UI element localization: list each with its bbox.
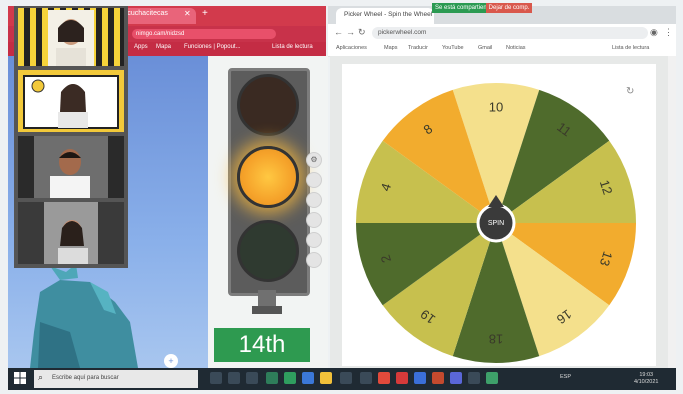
teams-icon[interactable] — [450, 372, 462, 384]
side-tool-button[interactable] — [306, 192, 322, 208]
gear-icon[interactable]: ⚙ — [306, 152, 322, 168]
participant-avatar — [48, 10, 94, 66]
clock-date: 4/10/2021 — [634, 379, 659, 385]
amber-lamp — [237, 146, 299, 208]
participant-video-3[interactable] — [18, 136, 124, 198]
participant-avatar — [23, 75, 119, 129]
search-icon: ⌕ — [38, 372, 44, 382]
clock-time: 19:03 — [639, 372, 654, 378]
right-bookmark-item[interactable]: Aplicaciones — [336, 45, 367, 51]
right-bookmark-item[interactable]: Maps — [384, 45, 397, 51]
right-bookmark-item[interactable]: Noticias — [506, 45, 526, 51]
right-bookmark-item[interactable]: YouTube — [442, 45, 464, 51]
reload-icon[interactable]: ↻ — [358, 27, 366, 38]
close-icon[interactable]: ✕ — [184, 9, 191, 18]
left-bookmark-item[interactable]: Funciones | Popout... — [184, 44, 241, 50]
add-button[interactable]: + — [164, 354, 178, 368]
word-icon[interactable] — [414, 372, 426, 384]
side-tool-button[interactable] — [306, 252, 322, 268]
search-placeholder: Escribe aquí para buscar — [52, 375, 119, 381]
scrollbar[interactable] — [668, 56, 676, 368]
menu-icon[interactable]: ⋮ — [664, 27, 673, 38]
stop-share-button[interactable]: Dejar de comp. — [486, 3, 532, 13]
wheel-slice-label: 18 — [489, 331, 503, 346]
side-tool-button[interactable] — [306, 232, 322, 248]
edge-icon[interactable] — [302, 372, 314, 384]
right-bookmark-item[interactable]: Traducir — [408, 45, 428, 51]
side-tool-button[interactable] — [306, 212, 322, 228]
windows-start-icon[interactable] — [14, 372, 26, 384]
powerpoint-icon[interactable] — [432, 372, 444, 384]
system-tray[interactable]: ESP — [560, 374, 571, 380]
left-bookmark-item[interactable]: Lista de lectura — [272, 44, 313, 50]
app-icon[interactable] — [284, 372, 296, 384]
left-url-field[interactable]: nimgo.cam/nidzsd — [132, 29, 276, 39]
spin-wheel[interactable]: 10111213161819248SPIN — [353, 80, 639, 366]
left-bookmark-item[interactable]: Mapa — [156, 44, 171, 50]
app-icon[interactable] — [360, 372, 372, 384]
wheel-slice-label: 10 — [489, 100, 503, 115]
share-status-text: Se está compartiendo — [435, 5, 494, 11]
app-icon[interactable] — [396, 372, 408, 384]
participant-video-4[interactable] — [18, 202, 124, 264]
new-tab-icon[interactable]: + — [202, 8, 208, 19]
widget-icon[interactable] — [228, 372, 240, 384]
day-badge: 14th — [214, 328, 310, 362]
traffic-light-base — [252, 306, 282, 314]
side-tool-button[interactable] — [306, 172, 322, 188]
spin-label: SPIN — [488, 220, 504, 227]
app-icon[interactable] — [246, 372, 258, 384]
participant-avatar — [44, 202, 98, 264]
right-bookmark-item[interactable]: Lista de lectura — [612, 45, 649, 51]
excel-icon[interactable] — [266, 372, 278, 384]
right-url-field[interactable]: pickerwheel.com — [372, 27, 648, 39]
forward-icon[interactable]: → — [346, 27, 355, 37]
profile-icon[interactable]: ◉ — [650, 27, 658, 38]
participant-video-2[interactable] — [18, 70, 124, 132]
participant-avatar — [34, 136, 108, 198]
left-bookmark-item[interactable]: Apps — [134, 44, 148, 50]
meet-icon[interactable] — [486, 372, 498, 384]
folder-icon[interactable] — [320, 372, 332, 384]
green-lamp — [237, 220, 299, 282]
chrome-icon[interactable] — [378, 372, 390, 384]
back-icon[interactable]: ← — [334, 27, 343, 37]
clock[interactable]: 19:03 4/10/2021 — [634, 372, 658, 386]
right-tab-title: Picker Wheel - Spin the Wheel — [344, 11, 433, 18]
red-lamp — [237, 74, 299, 136]
statue-of-liberty-image — [30, 264, 138, 368]
app-icon[interactable] — [468, 372, 480, 384]
task-view-icon[interactable] — [210, 372, 222, 384]
participant-video-1[interactable] — [18, 8, 124, 66]
right-bookmark-item[interactable]: Gmail — [478, 45, 492, 51]
app-icon[interactable] — [340, 372, 352, 384]
